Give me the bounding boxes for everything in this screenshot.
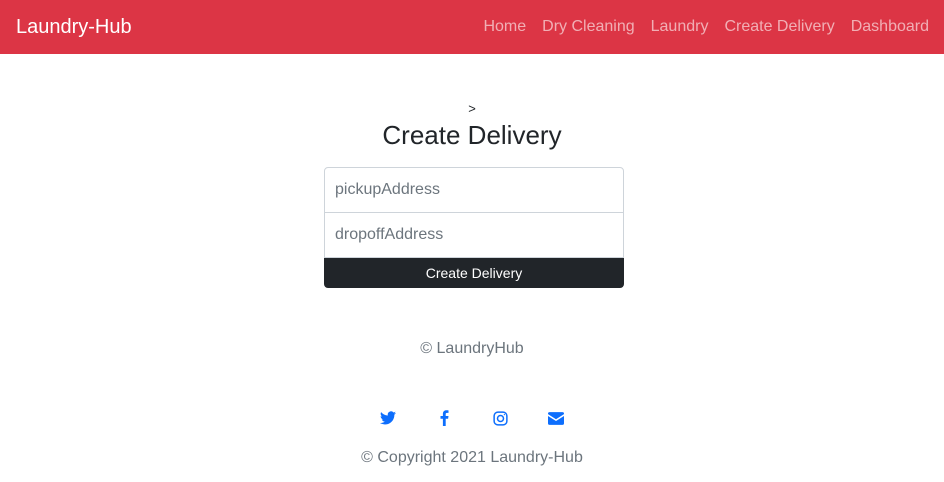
dropoff-address-input[interactable] bbox=[324, 212, 624, 258]
nav-link-dashboard[interactable]: Dashboard bbox=[851, 18, 929, 36]
instagram-link[interactable] bbox=[472, 408, 528, 428]
pickup-address-input[interactable] bbox=[324, 167, 624, 213]
nav-link-create-delivery[interactable]: Create Delivery bbox=[724, 18, 834, 36]
instagram-icon bbox=[492, 410, 508, 426]
nav-link-dry-cleaning[interactable]: Dry Cleaning bbox=[542, 18, 634, 36]
create-delivery-form: Create Delivery bbox=[324, 167, 624, 288]
email-link[interactable] bbox=[528, 408, 584, 428]
copyright-text: © Copyright 2021 Laundry-Hub bbox=[361, 449, 583, 466]
create-delivery-button[interactable]: Create Delivery bbox=[324, 258, 624, 288]
facebook-icon bbox=[440, 410, 449, 426]
nav-link-laundry[interactable]: Laundry bbox=[651, 18, 709, 36]
facebook-link[interactable] bbox=[416, 408, 472, 428]
top-navbar: Laundry-Hub Home Dry Cleaning Laundry Cr… bbox=[0, 0, 944, 54]
envelope-icon bbox=[548, 411, 564, 425]
social-links bbox=[0, 408, 944, 428]
nav-link-home[interactable]: Home bbox=[483, 18, 526, 36]
twitter-icon bbox=[380, 411, 396, 425]
brand-link[interactable]: Laundry-Hub bbox=[16, 16, 132, 39]
twitter-link[interactable] bbox=[360, 408, 416, 428]
nav-links: Home Dry Cleaning Laundry Create Deliver… bbox=[483, 18, 929, 36]
page-title: Create Delivery bbox=[382, 120, 562, 150]
breadcrumb: > bbox=[468, 101, 476, 116]
footer-brand: © LaundryHub bbox=[420, 340, 524, 357]
